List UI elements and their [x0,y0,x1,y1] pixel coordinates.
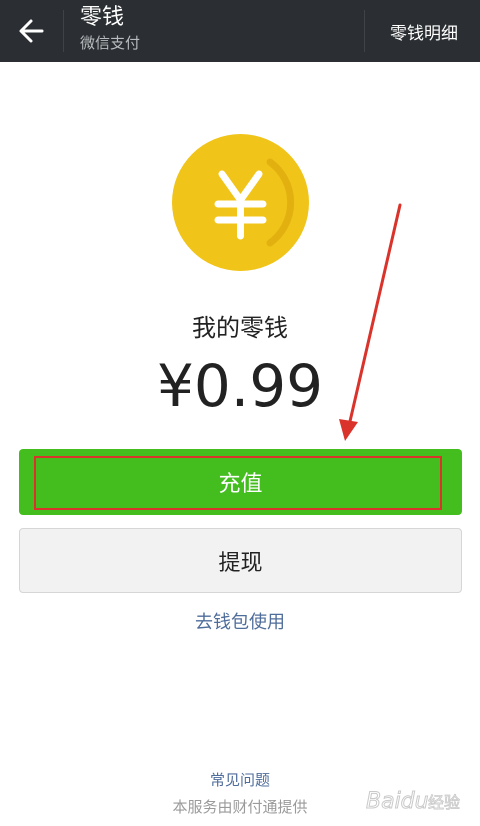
change-details-link[interactable]: 零钱明细 [372,0,476,62]
balance-amount: ¥0.99 [156,352,324,420]
yuan-coin-icon [172,134,309,271]
go-to-wallet-link[interactable]: 去钱包使用 [0,608,480,634]
back-button[interactable] [0,0,62,62]
header-bar: 零钱 微信支付 零钱明细 [0,0,480,62]
faq-link[interactable]: 常见问题 [0,769,480,790]
header-divider [63,10,64,52]
header-divider [364,10,365,52]
title-group: 零钱 微信支付 [80,4,140,54]
page-title: 零钱 [80,5,125,30]
recharge-button[interactable]: 充值 [19,449,462,515]
back-arrow-icon [19,19,44,43]
balance-label: 我的零钱 [192,314,288,342]
service-provider-note: 本服务由财付通提供 [172,798,308,816]
withdraw-button[interactable]: 提现 [19,528,462,593]
page-subtitle: 微信支付 [80,34,141,52]
